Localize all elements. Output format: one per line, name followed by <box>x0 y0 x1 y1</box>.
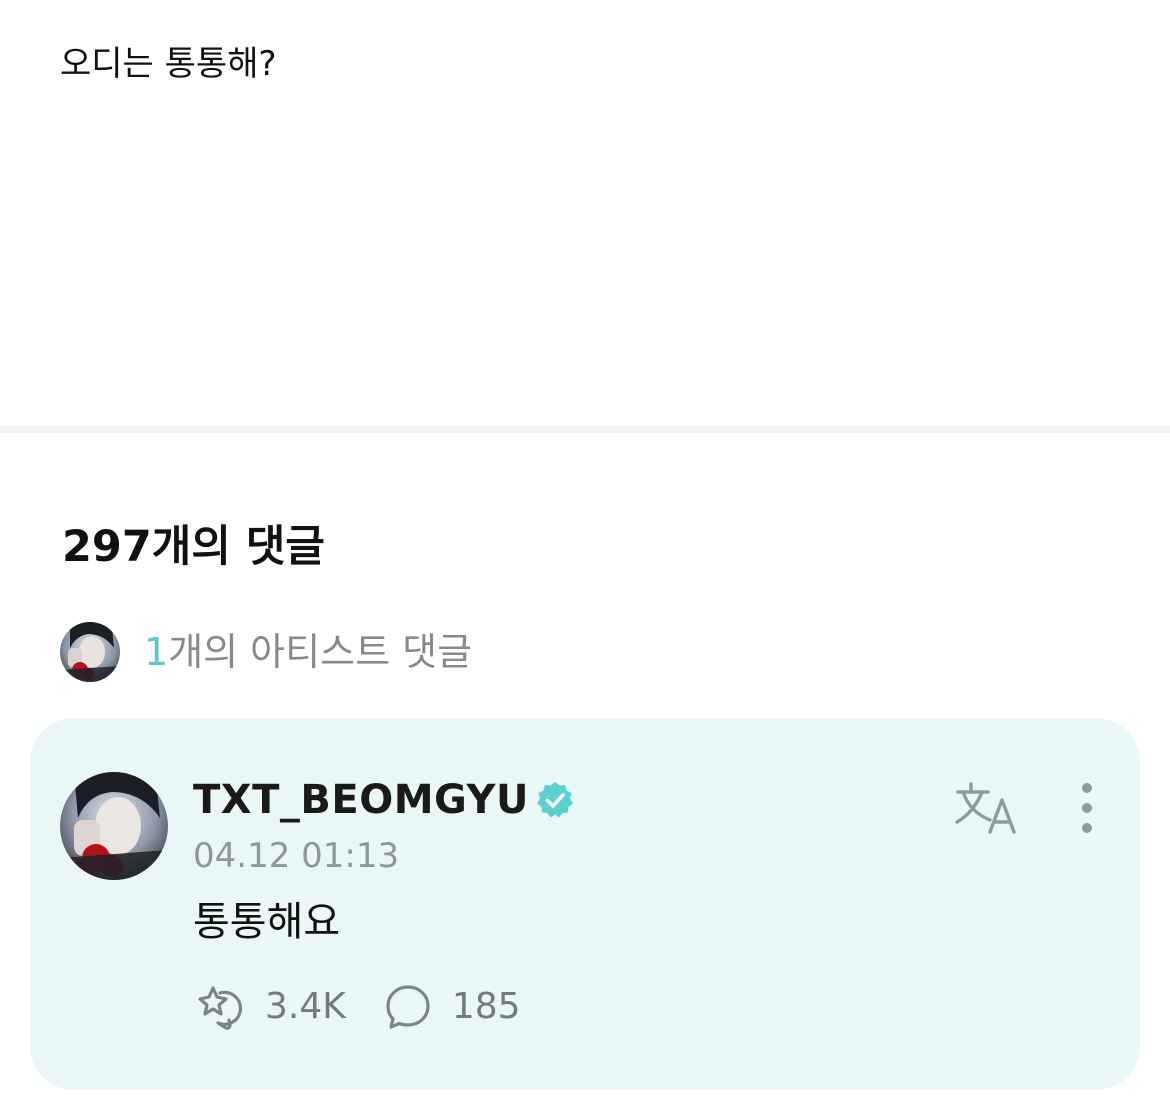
artist-comments-label: 1개의 아티스트 댓글 <box>144 628 472 676</box>
artist-comments-label-suffix: 개의 아티스트 댓글 <box>168 630 473 674</box>
more-options-button[interactable] <box>1070 780 1104 836</box>
like-button[interactable]: 3.4K <box>193 982 346 1032</box>
reply-count: 185 <box>451 986 521 1027</box>
comment-timestamp: 04.12 01:13 <box>193 836 400 876</box>
artist-comments-summary[interactable]: 1개의 아티스트 댓글 <box>60 622 472 682</box>
post-detail-page: 오디는 통통해? 297개의 댓글 1개의 아티스트 댓글 TXT_BEOMGY… <box>0 0 1170 1108</box>
commenter-avatar[interactable] <box>60 772 168 880</box>
comment-actions: 3.4K 185 <box>193 982 521 1032</box>
post-body-text: 오디는 통통해? <box>60 44 277 84</box>
comment-count-heading: 297개의 댓글 <box>62 522 325 572</box>
translate-button[interactable] <box>954 780 1020 836</box>
like-count: 3.4K <box>265 986 346 1027</box>
verified-badge-icon <box>536 782 573 818</box>
commenter-name-row: TXT_BEOMGYU <box>193 776 575 824</box>
speech-bubble-icon <box>386 985 430 1029</box>
translate-icon <box>955 782 1016 834</box>
artist-comments-count: 1 <box>144 630 169 674</box>
comment-text: 통통해요 <box>193 899 341 945</box>
commenter-username[interactable]: TXT_BEOMGYU <box>193 776 529 824</box>
more-vertical-icon <box>1082 783 1092 833</box>
avatar <box>60 622 120 682</box>
reply-button[interactable]: 185 <box>384 983 521 1031</box>
artist-comment-card: TXT_BEOMGYU 04.12 01:13 통통해요 3.4K 185 <box>30 718 1140 1090</box>
section-divider <box>0 426 1170 433</box>
sparkle-like-icon <box>198 986 243 1030</box>
